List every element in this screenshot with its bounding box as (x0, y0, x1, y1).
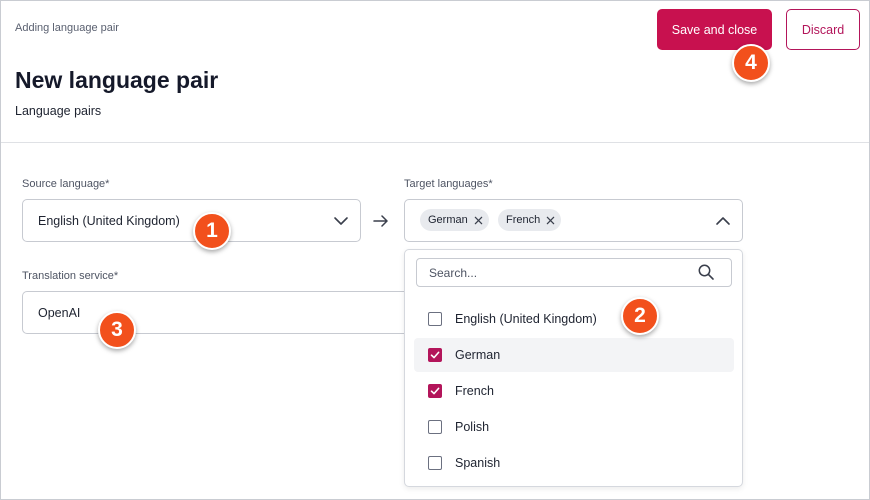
chevron-up-icon[interactable] (715, 213, 731, 229)
checkbox-checked[interactable] (428, 348, 442, 362)
language-pair-window: Adding language pair New language pair L… (0, 0, 870, 500)
check-icon (430, 351, 440, 359)
callout-3: 3 (98, 311, 136, 349)
option-french[interactable]: French (414, 374, 734, 408)
option-label: Spanish (455, 456, 501, 470)
option-polish[interactable]: Polish (414, 410, 734, 444)
arrow-right-icon (373, 215, 388, 227)
chip-label: German (428, 214, 468, 226)
language-search-input[interactable] (416, 258, 732, 287)
source-language-select[interactable]: English (United Kingdom) (22, 199, 361, 242)
close-icon[interactable] (546, 216, 555, 225)
target-languages-select[interactable]: German French (404, 199, 743, 242)
target-languages-dropdown: English (United Kingdom) German French P… (404, 249, 743, 487)
check-icon (430, 387, 440, 395)
option-german[interactable]: German (414, 338, 734, 372)
chip-french: French (498, 209, 562, 231)
search-icon (698, 264, 714, 280)
translation-service-value: OpenAI (38, 305, 81, 320)
translation-service-label: Translation service* (22, 270, 119, 282)
checkbox[interactable] (428, 312, 442, 326)
option-label: German (455, 348, 501, 362)
source-language-value: English (United Kingdom) (38, 213, 180, 228)
translation-service-select[interactable]: OpenAI (22, 291, 404, 334)
option-spanish[interactable]: Spanish (414, 446, 734, 480)
callout-1: 1 (193, 212, 231, 250)
option-label: French (455, 384, 494, 398)
option-label: English (United Kingdom) (455, 312, 597, 326)
page-title: New language pair (15, 67, 219, 93)
source-language-label: Source language* (22, 178, 110, 190)
checkbox-checked[interactable] (428, 384, 442, 398)
discard-button[interactable]: Discard (786, 9, 860, 50)
page-subtitle: Language pairs (15, 104, 102, 118)
breadcrumb: Adding language pair (15, 22, 119, 34)
checkbox[interactable] (428, 420, 442, 434)
chip-german: German (420, 209, 489, 231)
chip-label: French (506, 214, 541, 226)
close-icon[interactable] (474, 216, 483, 225)
option-english-uk[interactable]: English (United Kingdom) (414, 302, 734, 336)
callout-2: 2 (621, 297, 659, 335)
callout-4: 4 (732, 44, 770, 82)
target-languages-label: Target languages* (404, 178, 493, 190)
chevron-down-icon (334, 216, 348, 225)
option-label: Polish (455, 420, 490, 434)
checkbox[interactable] (428, 456, 442, 470)
